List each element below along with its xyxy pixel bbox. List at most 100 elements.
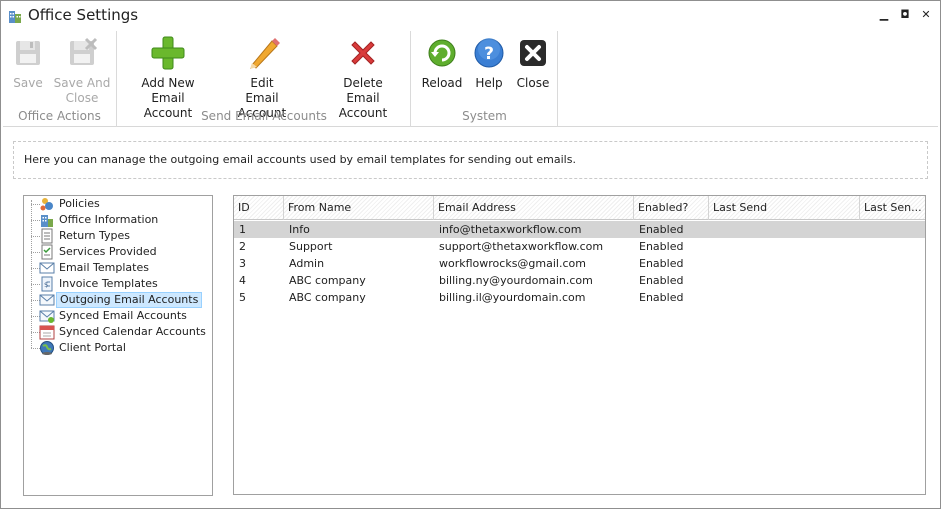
table-row[interactable]: 2 Support support@thetaxworkflow.com Ena… xyxy=(234,238,925,255)
info-panel: Here you can manage the outgoing email a… xyxy=(13,141,928,179)
checklist-icon xyxy=(41,244,53,260)
tree-item-policies[interactable]: Policies xyxy=(24,196,212,212)
tree-label-outgoing-email-accounts: Outgoing Email Accounts xyxy=(56,292,203,308)
tree-label-return-types: Return Types xyxy=(59,229,130,242)
tree-label-synced-email-accounts: Synced Email Accounts xyxy=(59,309,187,322)
office-settings-window: Office Settings ▁ ◘ ✕ Save Save And Clos… xyxy=(0,0,941,509)
tree-label-invoice-templates: Invoice Templates xyxy=(59,277,158,290)
cell-from-name: Admin xyxy=(289,257,325,270)
floppy-disk-close-icon xyxy=(70,37,98,65)
save-label: Save xyxy=(13,76,43,90)
group-label-system: System xyxy=(462,109,507,123)
column-header-enabled[interactable]: Enabled? xyxy=(634,196,709,220)
reload-label: Reload xyxy=(421,76,463,90)
table-row[interactable]: 5 ABC company billing.il@yourdomain.com … xyxy=(234,289,925,306)
reload-button[interactable]: Reload xyxy=(418,35,466,91)
cell-last-send xyxy=(709,238,860,255)
group-send-email-accounts: Add New Email Account Edit Email Account… xyxy=(118,31,411,127)
green-plus-icon xyxy=(151,36,185,70)
title-bar: Office Settings ▁ ◘ ✕ xyxy=(1,1,940,29)
close-box-icon xyxy=(520,40,546,66)
group-label-office-actions: Office Actions xyxy=(18,109,101,123)
tree-item-client-portal[interactable]: Client Portal xyxy=(24,340,212,356)
info-text: Here you can manage the outgoing email a… xyxy=(24,153,576,166)
office-info-icon xyxy=(41,215,53,227)
envelope-icon xyxy=(39,294,55,306)
tree-item-return-types[interactable]: Return Types xyxy=(24,228,212,244)
settings-tree: Policies Office Information Return Types… xyxy=(23,195,213,496)
group-label-send-email-accounts: Send Email Accounts xyxy=(201,109,327,123)
window-close-button[interactable]: ✕ xyxy=(918,7,934,23)
tree-item-synced-email-accounts[interactable]: Synced Email Accounts xyxy=(24,308,212,324)
calendar-icon xyxy=(39,325,55,340)
cell-id: 5 xyxy=(239,291,246,304)
tree-item-synced-calendar-accounts[interactable]: Synced Calendar Accounts xyxy=(24,324,212,340)
svg-text:?: ? xyxy=(484,44,494,64)
synced-envelope-icon xyxy=(39,310,55,323)
maximize-button[interactable]: ◘ xyxy=(897,7,913,23)
ribbon-toolbar: Save Save And Close Office Actions Add N… xyxy=(3,31,938,127)
cell-id: 4 xyxy=(239,274,246,287)
group-system: Reload ? Help Close System xyxy=(412,31,558,127)
save-and-close-button[interactable]: Save And Close xyxy=(53,35,111,106)
table-row[interactable]: 1 Info info@thetaxworkflow.com Enabled xyxy=(234,221,925,238)
tree-label-client-portal: Client Portal xyxy=(59,341,126,354)
email-accounts-grid[interactable]: ID From Name Email Address Enabled? Last… xyxy=(233,195,926,495)
invoice-icon: $ xyxy=(41,276,53,292)
cell-enabled: Enabled xyxy=(639,240,684,253)
column-header-last-send-2[interactable]: Last Sen... xyxy=(860,196,925,220)
cell-email-address: billing.ny@yourdomain.com xyxy=(439,274,593,287)
reload-icon xyxy=(428,39,456,67)
cell-last-send xyxy=(709,255,860,272)
cell-last-send xyxy=(709,289,860,306)
group-office-actions: Save Save And Close Office Actions xyxy=(3,31,117,127)
window-title: Office Settings xyxy=(28,6,139,24)
document-icon xyxy=(41,228,53,244)
column-header-last-send[interactable]: Last Send xyxy=(709,196,860,220)
office-building-icon xyxy=(9,11,21,23)
cell-last-send-2 xyxy=(860,221,925,238)
cell-id: 2 xyxy=(239,240,246,253)
help-button[interactable]: ? Help xyxy=(467,35,511,91)
edit-label-1: Edit xyxy=(250,76,274,90)
cell-enabled: Enabled xyxy=(639,257,684,270)
table-row[interactable]: 4 ABC company billing.ny@yourdomain.com … xyxy=(234,272,925,289)
tree-label-policies: Policies xyxy=(59,197,100,210)
cell-from-name: Info xyxy=(289,223,310,236)
cell-from-name: ABC company xyxy=(289,274,366,287)
red-x-icon xyxy=(351,41,375,65)
close-button[interactable]: Close xyxy=(512,35,554,91)
cell-last-send-2 xyxy=(860,255,925,272)
cell-enabled: Enabled xyxy=(639,223,684,236)
table-row[interactable]: 3 Admin workflowrocks@gmail.com Enabled xyxy=(234,255,925,272)
cell-enabled: Enabled xyxy=(639,291,684,304)
column-header-email-address[interactable]: Email Address xyxy=(434,196,634,220)
column-header-id[interactable]: ID xyxy=(234,196,284,220)
policies-icon xyxy=(40,198,53,211)
tree-item-invoice-templates[interactable]: $ Invoice Templates xyxy=(24,276,212,292)
cell-email-address: info@thetaxworkflow.com xyxy=(439,223,582,236)
help-label: Help xyxy=(475,76,503,90)
column-header-from-name[interactable]: From Name xyxy=(284,196,434,220)
delete-label-1: Delete xyxy=(343,76,383,90)
cell-last-send xyxy=(709,221,860,238)
cell-email-address: billing.il@yourdomain.com xyxy=(439,291,586,304)
tree-item-office-information[interactable]: Office Information xyxy=(24,212,212,228)
cell-from-name: ABC company xyxy=(289,291,366,304)
tree-item-outgoing-email-accounts[interactable]: Outgoing Email Accounts xyxy=(24,292,212,308)
cell-last-send-2 xyxy=(860,289,925,306)
cell-last-send-2 xyxy=(860,238,925,255)
tree-label-office-information: Office Information xyxy=(59,213,159,226)
tree-label-email-templates: Email Templates xyxy=(59,261,149,274)
close-label: Close xyxy=(516,76,550,90)
globe-icon xyxy=(40,341,54,355)
save-button[interactable]: Save xyxy=(5,35,51,91)
help-icon: ? xyxy=(474,38,504,68)
grid-header: ID From Name Email Address Enabled? Last… xyxy=(234,196,925,220)
tree-item-services-provided[interactable]: Services Provided xyxy=(24,244,212,260)
tree-item-email-templates[interactable]: Email Templates xyxy=(24,260,212,276)
minimize-button[interactable]: ▁ xyxy=(876,7,892,23)
pencil-icon xyxy=(250,38,280,69)
email-template-icon xyxy=(39,262,55,274)
tree-label-synced-calendar-accounts: Synced Calendar Accounts xyxy=(59,325,206,338)
